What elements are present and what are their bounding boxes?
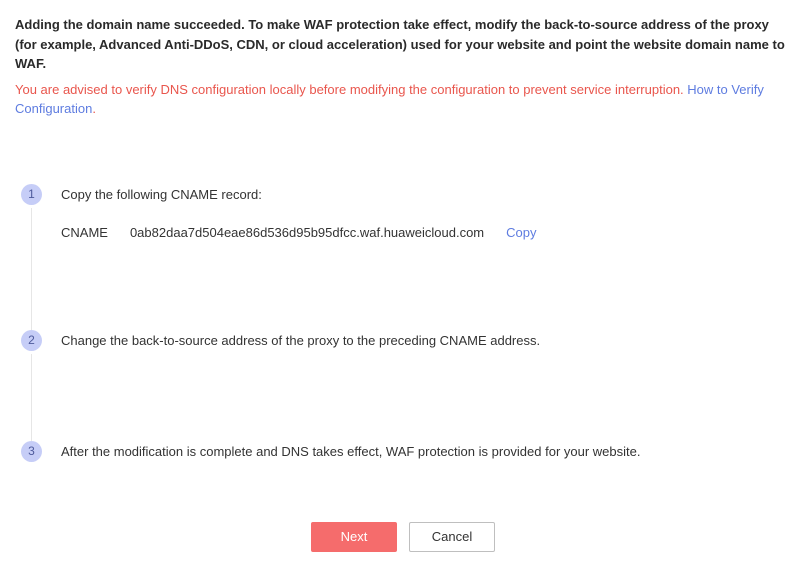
step-1-badge: 1 bbox=[21, 184, 42, 205]
step-3-title: After the modification is complete and D… bbox=[61, 441, 791, 462]
step-2-title: Change the back-to-source address of the… bbox=[61, 330, 791, 351]
step-2: 2 Change the back-to-source address of t… bbox=[21, 330, 791, 441]
dns-warning-suffix: . bbox=[92, 101, 96, 116]
cname-label: CNAME bbox=[61, 225, 108, 240]
step-3-badge: 3 bbox=[21, 441, 42, 462]
dns-warning-text: You are advised to verify DNS configurat… bbox=[15, 82, 687, 97]
cname-value: 0ab82daa7d504eae86d536d95b95dfcc.waf.hua… bbox=[130, 225, 484, 240]
steps-list: 1 Copy the following CNAME record: CNAME… bbox=[21, 184, 791, 492]
button-row: Next Cancel bbox=[15, 522, 791, 552]
next-button[interactable]: Next bbox=[311, 522, 397, 552]
step-2-badge: 2 bbox=[21, 330, 42, 351]
step-1: 1 Copy the following CNAME record: CNAME… bbox=[21, 184, 791, 330]
step-3: 3 After the modification is complete and… bbox=[21, 441, 791, 492]
step-1-title: Copy the following CNAME record: bbox=[61, 184, 791, 205]
dns-warning: You are advised to verify DNS configurat… bbox=[15, 80, 791, 119]
copy-button[interactable]: Copy bbox=[506, 225, 536, 240]
success-heading: Adding the domain name succeeded. To mak… bbox=[15, 15, 791, 74]
cancel-button[interactable]: Cancel bbox=[409, 522, 495, 552]
cname-row: CNAME 0ab82daa7d504eae86d536d95b95dfcc.w… bbox=[61, 225, 791, 240]
